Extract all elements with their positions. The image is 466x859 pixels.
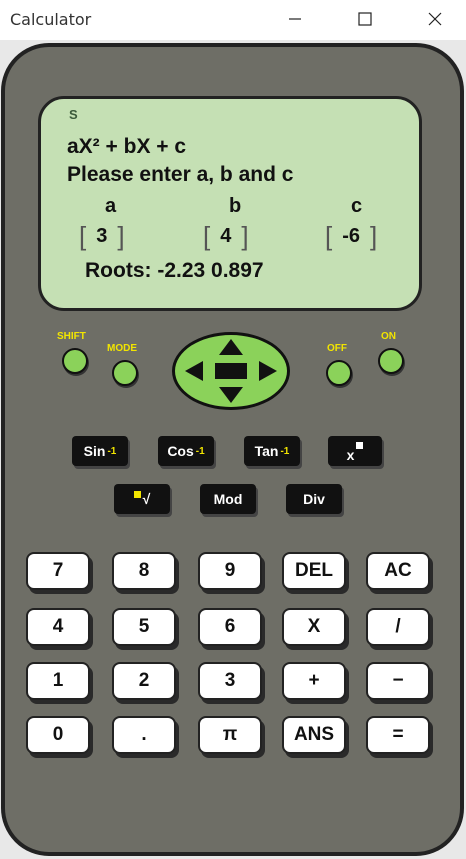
off-button[interactable]: [326, 360, 352, 386]
arrow-down-icon: [219, 387, 243, 403]
maximize-icon: [358, 12, 372, 26]
multiply-key[interactable]: X: [282, 608, 346, 646]
shift-label: SHIFT: [57, 331, 86, 342]
key-0[interactable]: 0: [26, 716, 90, 754]
sin-inverse-superscript: -1: [107, 445, 117, 457]
equals-key[interactable]: =: [366, 716, 430, 754]
on-button[interactable]: [378, 348, 404, 374]
divide-key[interactable]: /: [366, 608, 430, 646]
arrow-up-icon: [219, 339, 243, 355]
window-title: Calculator: [10, 10, 92, 29]
tan-label: Tan: [254, 443, 279, 459]
root-label: √: [142, 491, 151, 507]
input-a[interactable]: [3]: [79, 221, 125, 251]
answer-key[interactable]: ANS: [282, 716, 346, 754]
decimal-key[interactable]: .: [112, 716, 176, 754]
pi-key[interactable]: π: [198, 716, 262, 754]
key-1[interactable]: 1: [26, 662, 90, 700]
div-button[interactable]: Div: [286, 484, 342, 514]
delete-key[interactable]: DEL: [282, 552, 346, 590]
exponent-box-icon: [356, 441, 364, 449]
minimize-icon: [289, 18, 301, 20]
display-screen: S aX² + bX + c Please enter a, b and c a…: [38, 96, 422, 311]
root-button[interactable]: √: [114, 484, 170, 514]
key-2[interactable]: 2: [112, 662, 176, 700]
plus-key[interactable]: +: [282, 662, 346, 700]
direction-pad[interactable]: [172, 332, 290, 410]
input-b-value: 4: [220, 224, 232, 247]
mode-label: MODE: [107, 343, 137, 354]
tan-inverse-superscript: -1: [280, 445, 290, 457]
arrow-left-icon: [185, 361, 203, 381]
div-label: Div: [303, 491, 325, 507]
close-button[interactable]: [412, 0, 458, 38]
input-a-value: 3: [96, 224, 108, 247]
input-c[interactable]: [-6]: [325, 221, 377, 251]
equation-text: aX² + bX + c: [67, 135, 187, 158]
shift-button[interactable]: [62, 348, 88, 374]
title-bar: Calculator: [0, 0, 466, 40]
prompt-text: Please enter a, b and c: [67, 163, 294, 186]
shift-indicator: S: [69, 107, 78, 122]
cos-inverse-superscript: -1: [195, 445, 205, 457]
key-3[interactable]: 3: [198, 662, 262, 700]
minimize-button[interactable]: [272, 0, 318, 38]
key-8[interactable]: 8: [112, 552, 176, 590]
center-button-icon: [215, 363, 247, 379]
close-icon: [428, 12, 442, 26]
label-c: c: [351, 195, 363, 217]
key-4[interactable]: 4: [26, 608, 90, 646]
key-9[interactable]: 9: [198, 552, 262, 590]
label-a: a: [105, 195, 117, 217]
mod-button[interactable]: Mod: [200, 484, 256, 514]
maximize-button[interactable]: [342, 0, 388, 38]
root-index-box-icon: [133, 490, 141, 498]
key-5[interactable]: 5: [112, 608, 176, 646]
label-b: b: [229, 195, 242, 217]
power-button[interactable]: x: [328, 436, 382, 466]
cos-inverse-button[interactable]: Cos -1: [158, 436, 214, 466]
on-label: ON: [381, 331, 396, 342]
arrow-right-icon: [259, 361, 277, 381]
tan-inverse-button[interactable]: Tan -1: [244, 436, 300, 466]
mode-button[interactable]: [112, 360, 138, 386]
cos-label: Cos: [167, 443, 194, 459]
mod-label: Mod: [213, 491, 243, 507]
direction-pad-graphic: [185, 339, 277, 403]
input-c-value: -6: [342, 224, 361, 247]
roots-result: Roots: -2.23 0.897: [85, 259, 264, 282]
sin-inverse-button[interactable]: Sin -1: [72, 436, 128, 466]
sin-label: Sin: [83, 443, 106, 459]
minus-key[interactable]: −: [366, 662, 430, 700]
power-label: x: [346, 447, 355, 463]
key-7[interactable]: 7: [26, 552, 90, 590]
all-clear-key[interactable]: AC: [366, 552, 430, 590]
key-6[interactable]: 6: [198, 608, 262, 646]
off-label: OFF: [327, 343, 347, 354]
input-b[interactable]: [4]: [203, 221, 249, 251]
